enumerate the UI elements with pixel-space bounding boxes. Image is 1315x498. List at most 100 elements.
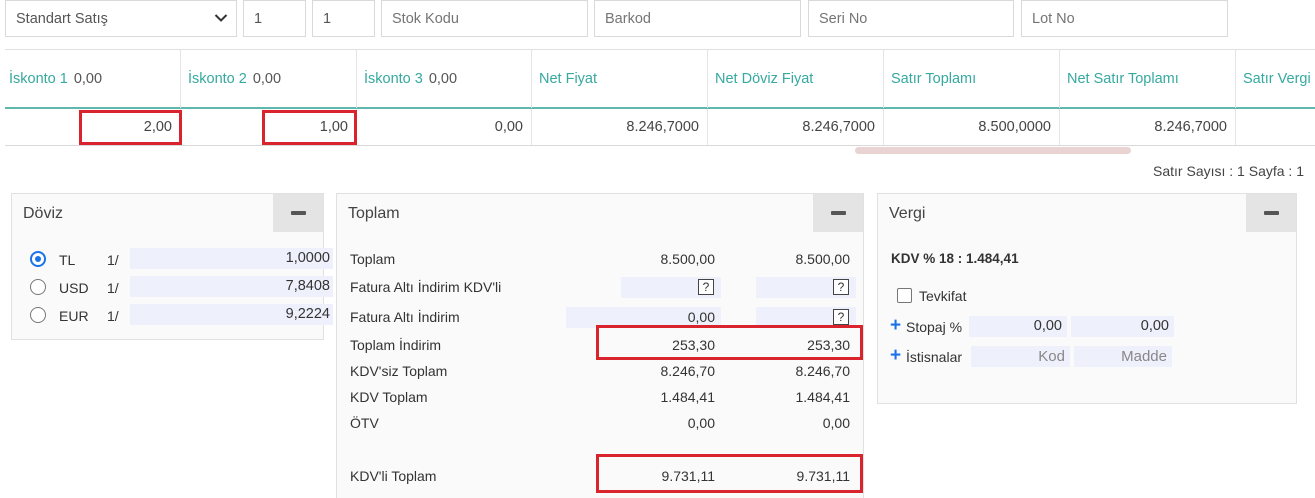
column-label: Net Satır Toplamı [1067,71,1179,87]
panel-header: Toplam [337,194,863,234]
horizontal-scrollbar[interactable] [855,147,1131,154]
currency-rate-input[interactable]: 7,8408 [130,276,333,297]
table-row[interactable]: 2,00 1,00 0,00 8.246,7000 8.246,7000 8.5… [5,109,1315,146]
plus-icon[interactable]: + [890,346,901,365]
grid-header: İskonto 1 0,00 İskonto 2 0,00 İskonto 3 0,0… [5,49,1315,109]
panel-title: Döviz [23,205,64,222]
multiplier-input[interactable]: 1 [312,0,375,37]
highlight-box-discount-1 [79,110,182,145]
minus-icon [831,211,846,215]
currency-radio-eur[interactable] [30,307,46,323]
totals-label: Fatura Altı İndirim KDV'li [350,279,502,295]
totals-value-fx: 0,00 [822,415,850,431]
tax-panel: Vergi KDV % 18 : 1.484,41 Tevkifat + Sto… [877,193,1297,404]
currency-unit: 1/ [107,308,119,324]
column-header-net-fx-price[interactable]: Net Döviz Fiyat [707,50,883,108]
column-header-discount-3[interactable]: İskonto 3 0,00 [356,50,531,108]
cell-net-price: 8.246,7000 [531,109,707,145]
kdv-summary: KDV % 18 : 1.484,41 [891,251,1019,266]
plus-icon[interactable]: + [890,316,901,335]
currency-rate-input[interactable]: 9,2224 [130,304,333,325]
column-label: İskonto 1 [9,71,68,87]
help-icon[interactable]: ? [698,279,714,295]
stock-code-input[interactable]: Stok Kodu [381,0,588,37]
help-icon[interactable]: ? [833,279,849,295]
totals-label: ÖTV [350,415,379,431]
column-label: Net Fiyat [539,71,598,87]
panel-header: Vergi [878,194,1296,234]
chevron-down-icon [214,14,228,22]
totals-value: 8.500,00 [660,251,716,267]
totals-value-fx: 8.500,00 [795,251,851,267]
minus-icon [291,211,306,215]
panel-title: Toplam [348,205,400,222]
column-label: Satır Vergi [1243,71,1311,87]
currency-radio-tl[interactable] [30,251,46,267]
stopaj-input-fx[interactable]: 0,00 [1071,316,1174,337]
column-value: 0,00 [252,71,282,87]
quantity-input[interactable]: 1 [243,0,306,37]
barcode-input[interactable]: Barkod [594,0,801,37]
totals-label: KDV'li Toplam [350,468,437,484]
currency-code: EUR [59,308,89,324]
column-label: Net Döviz Fiyat [715,71,814,87]
cell-net-fx-price: 8.246,7000 [707,109,883,145]
totals-label: Toplam İndirim [350,337,442,353]
totals-label: Toplam [350,251,396,267]
column-value: 0,00 [73,71,103,87]
currency-unit: 1/ [107,280,119,296]
top-toolbar: Standart Satış 1 1 Stok Kodu Barkod Seri… [0,0,1315,40]
help-icon[interactable]: ? [833,309,849,325]
totals-label: Fatura Altı İndirim [350,309,460,325]
column-value: 0,00 [428,71,458,87]
stopaj-input[interactable]: 0,00 [969,316,1067,337]
totals-value: 8.246,70 [660,363,716,379]
column-label: İskonto 3 [364,71,423,87]
tevkifat-label: Tevkifat [919,288,967,304]
currency-radio-usd[interactable] [30,279,46,295]
totals-value-fx: 1.484,41 [795,389,851,405]
highlight-box-grand-total [596,454,863,493]
totals-value: 1.484,41 [660,389,716,405]
cell-line-total: 8.500,0000 [883,109,1059,145]
grid-status: Satır Sayısı : 1 Sayfa : 1 [1153,163,1304,179]
cell-net-line-total: 8.246,7000 [1059,109,1235,145]
collapse-button[interactable] [1246,194,1296,232]
currency-rate-input[interactable]: 1,0000 [130,248,333,269]
panel-title: Vergi [889,205,926,222]
minus-icon [1264,211,1279,215]
column-header-net-line-total[interactable]: Net Satır Toplamı [1059,50,1235,108]
highlight-box-discount-2 [262,110,357,145]
column-header-discount-1[interactable]: İskonto 1 0,00 [5,50,180,108]
currency-code: USD [59,280,89,296]
currency-code: TL [59,252,76,268]
collapse-button[interactable] [273,194,323,232]
currency-panel: Döviz TL 1/ 1,0000 USD 1/ 7,8408 EUR 1/ … [11,193,333,340]
column-label: İskonto 2 [188,71,247,87]
collapse-button[interactable] [813,194,863,232]
lot-no-input[interactable]: Lot No [1021,0,1228,37]
exemption-article-input[interactable]: Madde [1074,346,1172,367]
currency-unit: 1/ [107,252,119,268]
cell-discount-3[interactable]: 0,00 [356,109,531,145]
serial-no-input[interactable]: Seri No [808,0,1014,37]
panel-header: Döviz [12,194,323,234]
exemptions-label: İstisnalar [906,349,963,365]
column-header-net-price[interactable]: Net Fiyat [531,50,707,108]
sale-type-value: Standart Satış [16,11,108,27]
totals-value-fx: 8.246,70 [795,363,851,379]
tevkifat-checkbox[interactable] [897,288,912,303]
stopaj-label: Stopaj % [906,319,963,335]
totals-value: 0,00 [687,309,715,325]
column-header-line-tax[interactable]: Satır Vergi [1235,50,1315,108]
column-header-discount-2[interactable]: İskonto 2 0,00 [180,50,356,108]
highlight-box-total-discount [596,325,863,360]
sale-type-select[interactable]: Standart Satış [5,0,237,37]
column-label: Satır Toplamı [891,71,977,87]
cell-line-tax [1235,109,1315,145]
totals-label: KDV Toplam [350,389,428,405]
totals-label: KDV'siz Toplam [350,363,448,379]
totals-value: 0,00 [687,415,715,431]
column-header-line-total[interactable]: Satır Toplamı [883,50,1059,108]
exemption-code-input[interactable]: Kod [971,346,1070,367]
